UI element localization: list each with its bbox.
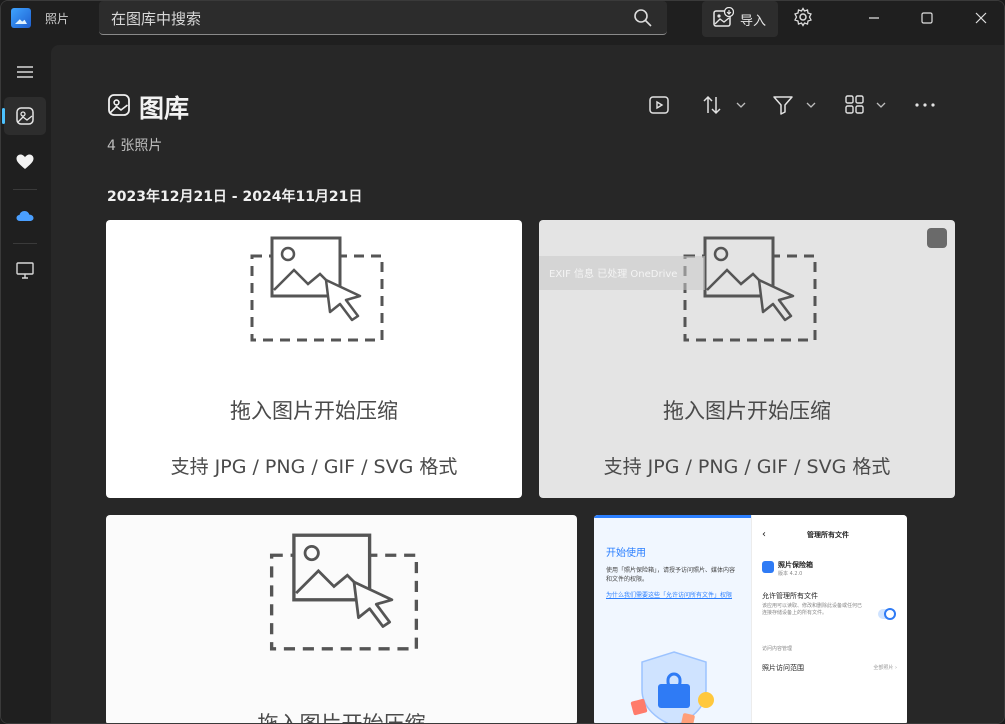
heart-icon [16,154,34,169]
screenshot-left-panel: 开始使用 使用「照片保险箱」，请授予访问照片、媒体内容和文件的权限。 为什么我们… [594,515,751,723]
screenshot-row-label: 照片访问范围 [762,664,804,672]
photo-tile-screenshot[interactable]: 开始使用 使用「照片保险箱」，请授予访问照片、媒体内容和文件的权限。 为什么我们… [594,515,907,723]
sidebar-item-gallery[interactable] [2,97,46,135]
screenshot-link: 为什么我们需要这些「允许访问所有文件」权限 [606,592,733,599]
sort-icon[interactable] [701,93,749,117]
tile-overlay-text: EXIF 信息 已处理 OneDrive [549,269,678,280]
sidebar-divider [13,243,37,244]
page-title: 图库 [139,94,190,123]
hamburger-icon [17,66,33,78]
maximize-icon[interactable] [904,3,950,33]
screenshot-text: 使用「照片保险箱」，请授予访问照片、媒体内容和文件的权限。 [606,567,736,583]
monitor-icon [16,262,34,279]
drop-image-illustration [250,236,384,342]
app-title: 照片 [45,12,70,26]
screenshot-permission-title: 允许管理所有文件 [762,592,818,600]
tile-info-overlay: EXIF 信息 已处理 OneDrive [539,256,705,290]
search-icon[interactable] [633,8,653,28]
photos-window: 照片 在图库中搜索 导入 图库 4 张照片 2023年12月21日 - 2024… [0,0,1005,724]
tile-caption-main: 拖入图片开始压缩 [257,712,426,724]
import-label: 导入 [740,14,767,29]
import-icon [713,7,734,27]
screenshot-app-name: 照片保险箱 [778,561,813,569]
main-content: 图库 4 张照片 2023年12月21日 - 2024年11月21日 拖入图片开… [51,45,1004,724]
sidebar [1,45,51,723]
search-input[interactable]: 在图库中搜索 [99,1,667,35]
gallery-title-icon [108,94,130,116]
screenshot-toggle [878,608,896,620]
sidebar-divider [13,189,37,190]
title-bar: 照片 在图库中搜索 导入 [1,1,1004,41]
slideshow-icon[interactable] [647,93,671,117]
sidebar-item-onedrive[interactable] [4,197,46,235]
close-icon[interactable] [958,3,1004,33]
filter-icon[interactable] [771,93,819,117]
photo-tile[interactable]: 拖入图片开始压缩 [106,515,577,724]
import-button[interactable]: 导入 [702,1,778,37]
settings-gear-icon[interactable] [793,7,813,27]
screenshot-title: 开始使用 [606,548,646,559]
drop-image-illustration [269,533,419,651]
view-layout-icon[interactable] [843,93,891,117]
vault-shield-illustration [630,651,714,723]
date-range-header: 2023年12月21日 - 2024年11月21日 [107,189,363,205]
screenshot-back-icon: ‹ [762,529,766,540]
screenshot-app-version: 版本 4.2.0 [778,571,803,577]
tile-caption-main: 拖入图片开始压缩 [230,399,398,423]
screenshot-right-panel: ‹ 管理所有文件 照片保险箱 版本 4.2.0 允许管理所有文件 该应用可以读取… [751,515,907,723]
sidebar-item-this-pc[interactable] [4,251,46,289]
sidebar-item-menu[interactable] [4,53,46,91]
cloud-icon [16,211,34,221]
more-icon[interactable] [913,93,937,117]
select-checkbox[interactable] [927,228,947,248]
screenshot-header: 管理所有文件 [807,531,849,539]
screenshot-app-icon [762,561,774,573]
photo-count: 4 张照片 [107,138,163,154]
search-placeholder: 在图库中搜索 [111,10,202,28]
sidebar-item-favorites[interactable] [4,143,46,181]
minimize-icon[interactable] [851,3,897,33]
photo-tile[interactable]: 拖入图片开始压缩 支持 JPG / PNG / GIF / SVG 格式 [106,220,522,498]
screenshot-section-label: 访问内容管理 [762,646,793,652]
gallery-icon [16,107,34,125]
screenshot-row-value: 全部照片 › [873,665,897,671]
tile-caption-main: 拖入图片开始压缩 [663,399,831,423]
tile-caption-sub: 支持 JPG / PNG / GIF / SVG 格式 [170,456,458,478]
tile-caption-sub: 支持 JPG / PNG / GIF / SVG 格式 [603,456,891,478]
photos-app-icon [11,8,31,28]
photo-tile-hovered[interactable]: EXIF 信息 已处理 OneDrive 拖入图片开始压缩 支持 JPG / P… [539,220,955,498]
screenshot-permission-desc: 该应用可以读取、修改和删除此设备或任何已连接存储设备上的所有文件。 [762,603,863,616]
